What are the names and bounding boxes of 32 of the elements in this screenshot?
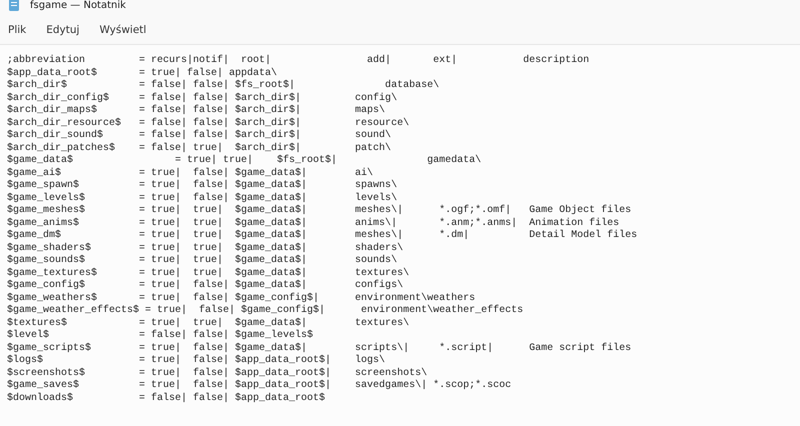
text-line: $game_levels$ = true| false| $game_data$| levels\	[7, 192, 398, 204]
text-line: $game_sounds$ = true| true| $game_data$| sounds\	[7, 255, 398, 268]
text-line: $game_spawn$ = true| false| $game_data$| spawns\	[7, 180, 398, 192]
text-line: $game_shaders$ = true| true| $game_data$| shaders\	[7, 242, 404, 254]
text-line: $arch_dir_patches$ = false| true| $arch_dir$| patch\	[7, 142, 392, 154]
menu-item[interactable]: Edytuj	[46, 24, 80, 36]
text-line: $game_weathers$ = true| false| $game_config$| environment\weathers	[7, 292, 476, 304]
text-line: $game_scripts$ = true| false| $game_data$| scripts\| *.script| Game script files	[7, 342, 632, 354]
text-line: $game_config$ = true| false| $game_data$| configs\	[7, 280, 404, 292]
text-line: $arch_dir_resource$ = false| false| $arch_dir$| resource\	[7, 118, 410, 130]
text-line: $arch_dir$ = false| false| $fs_root$| database\	[7, 80, 440, 92]
text-line: $textures$ = true| true| $game_data$| textures\	[7, 318, 410, 330]
text-line: $game_textures$ = true| true| $game_data$| textures\	[7, 268, 410, 280]
window-title: fsgame — Notatnik	[30, 0, 126, 10]
text-line: $game_anims$ = true| true| $game_data$| anims\| *.anm;*.anms| Animation files	[7, 218, 620, 230]
text-line: $screenshots$ = true| false| $app_data_root$| screenshots\	[7, 368, 428, 380]
text-line: $game_meshes$ = true| true| $game_data$| meshes\| *.ogf;*.omf| Game Object files	[7, 205, 632, 218]
text-line: $game_ai$ = true| false| $game_data$| ai\	[7, 168, 374, 180]
menu-item[interactable]: Plik	[8, 24, 26, 36]
text-line: $level$ = false| false| $game_levels$	[7, 330, 314, 342]
text-line: $game_data$ = true| true| $fs_root$| gamedata\	[7, 155, 482, 168]
text-line: $arch_dir_maps$ = false| false| $arch_dir$| maps\	[7, 105, 386, 118]
text-line: $downloads$ = false| false| $app_data_root$	[7, 392, 326, 405]
menu-item[interactable]: Wyświetl	[99, 24, 146, 36]
text-line: $game_dm$ = true| true| $game_data$| meshes\| *.dm| Detail Model files	[7, 230, 638, 242]
text-line: $arch_dir_sound$ = false| false| $arch_dir$| sound\	[7, 130, 392, 142]
text-line: $logs$ = true| false| $app_data_root$| logs\	[7, 355, 386, 368]
text-line: ;abbreviation = recurs|notif| root| add| ext| description	[7, 55, 590, 68]
text-line: $arch_dir_config$ = false| false| $arch_dir$| config\	[7, 92, 398, 104]
text-line: $game_weather_effects$ = true| false| $game_config$| environment\weather_effects	[7, 305, 524, 318]
text-line: $app_data_root$ = true| false| appdata\	[7, 68, 278, 80]
text-line: $game_saves$ = true| false| $app_data_root$| savedgames\| *.scop;*.scoc	[7, 380, 512, 392]
